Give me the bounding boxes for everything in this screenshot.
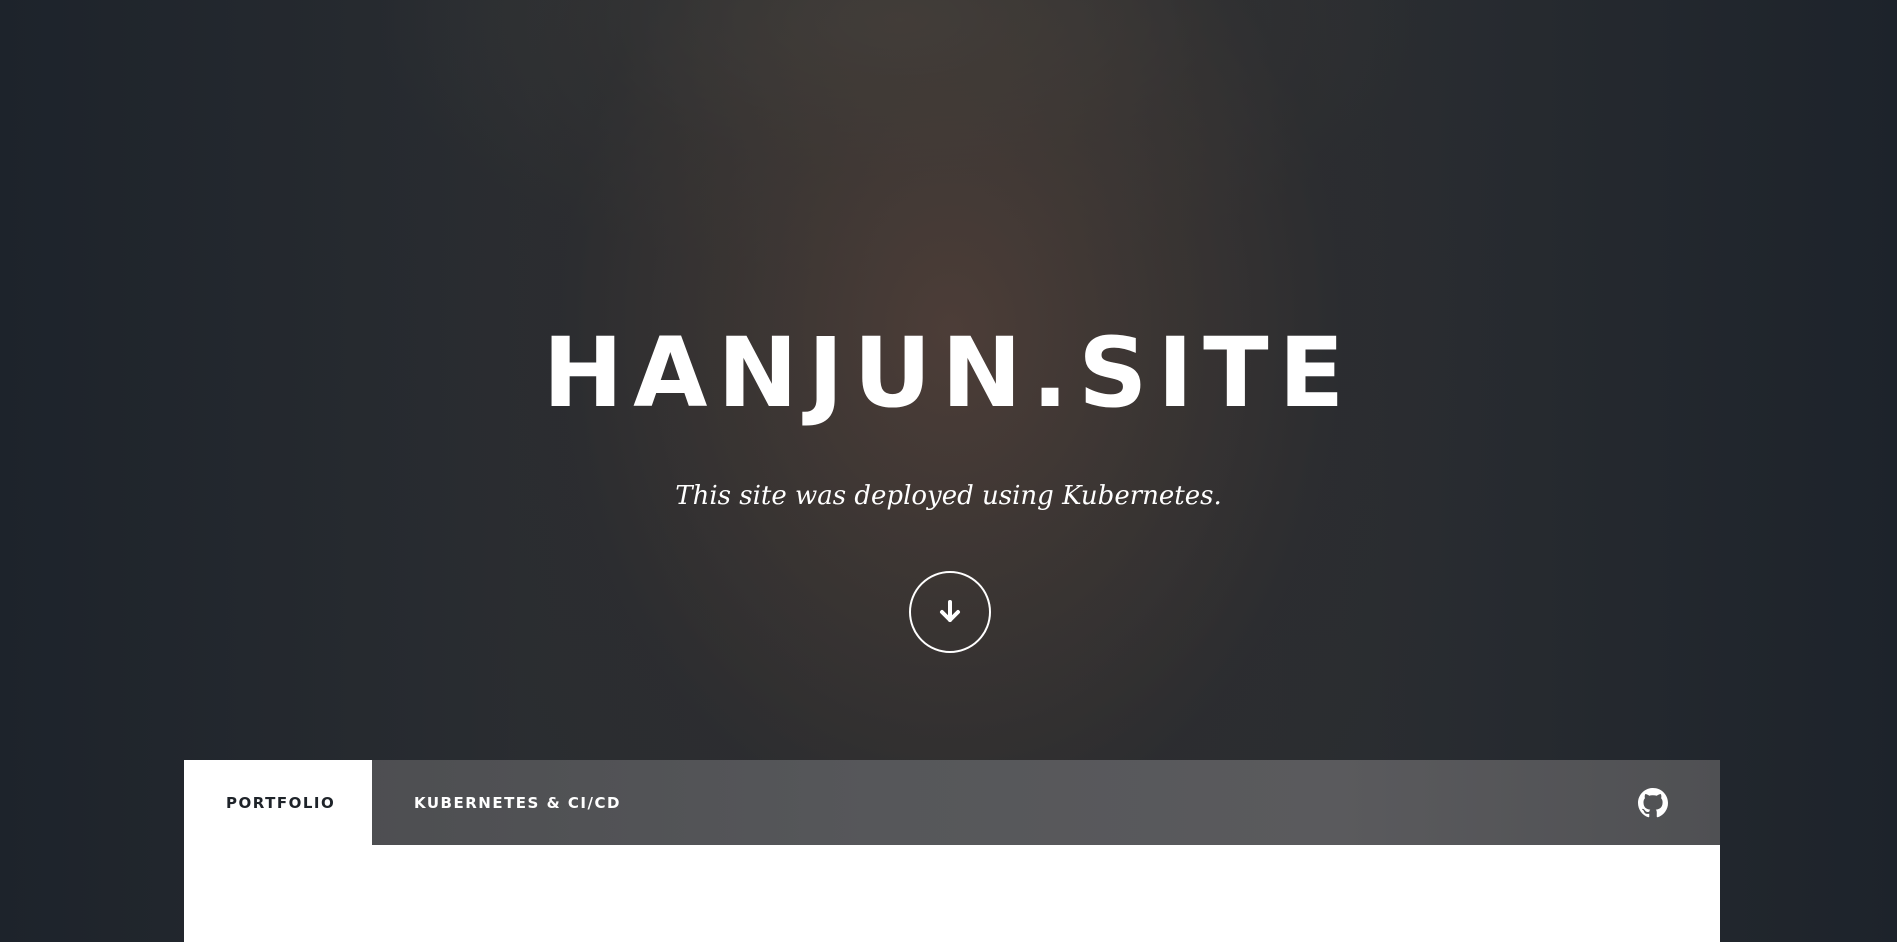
scroll-down-button[interactable]	[909, 571, 991, 653]
content-area	[184, 845, 1720, 942]
tab-kubernetes-cicd-label: KUBERNETES & CI/CD	[414, 793, 621, 812]
arrow-down-icon	[937, 599, 963, 625]
main-navbar: PORTFOLIO KUBERNETES & CI/CD	[184, 760, 1720, 845]
tab-portfolio[interactable]: PORTFOLIO	[184, 760, 372, 845]
site-subtitle: This site was deployed using Kubernetes.	[675, 481, 1222, 511]
github-icon[interactable]	[1638, 788, 1668, 818]
tab-portfolio-label: PORTFOLIO	[226, 793, 336, 812]
site-title: HANJUN.SITE	[542, 317, 1355, 429]
tab-kubernetes-cicd[interactable]: KUBERNETES & CI/CD	[372, 760, 621, 845]
